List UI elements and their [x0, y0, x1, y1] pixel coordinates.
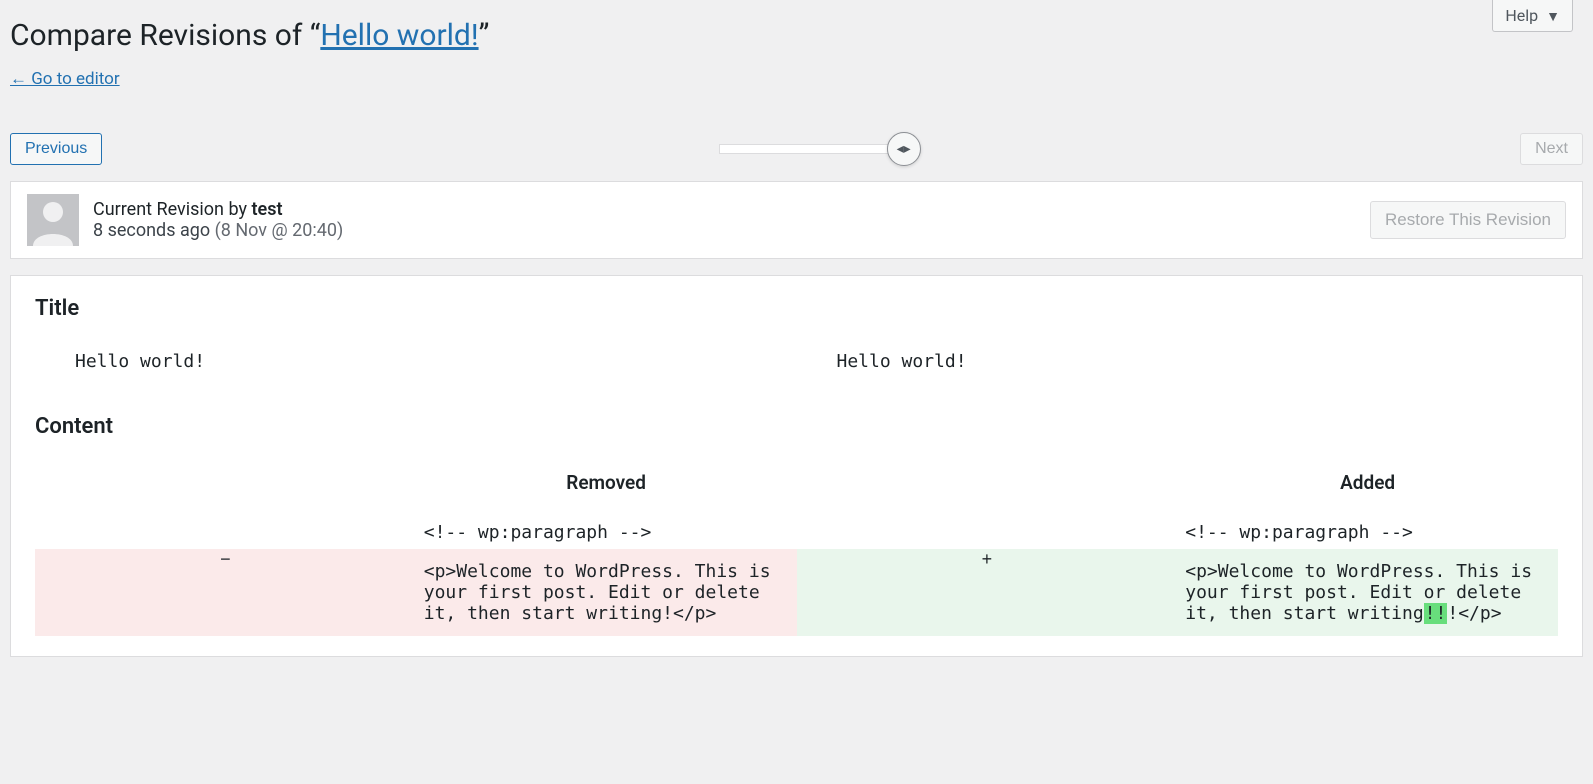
- removed-content: <p>Welcome to WordPress. This is your fi…: [416, 549, 797, 636]
- next-button: Next: [1520, 133, 1583, 165]
- slider-handle-icon: ◂▸: [897, 141, 911, 157]
- revision-time-ago: 8 seconds ago: [93, 220, 210, 241]
- revision-meta-card: Current Revision by test 8 seconds ago (…: [10, 181, 1583, 259]
- context-right: <!-- wp:paragraph -->: [1177, 516, 1558, 549]
- diff-content-heading: Content: [35, 414, 1558, 439]
- diff-card: Title Hello world! Hello world! Content …: [10, 275, 1583, 657]
- revision-slider[interactable]: ◂▸: [102, 144, 1520, 154]
- slider-handle[interactable]: ◂▸: [887, 132, 921, 166]
- current-revision-label: Current Revision by: [93, 199, 251, 220]
- title-left: Hello world!: [67, 345, 797, 378]
- removed-marker: −: [35, 549, 416, 636]
- post-title-link[interactable]: Hello world!: [320, 18, 478, 53]
- diff-title-table: Hello world! Hello world!: [35, 345, 1558, 414]
- avatar-placeholder-icon: [27, 194, 79, 246]
- added-header: Added: [1177, 463, 1558, 516]
- revision-meta-info: Current Revision by test 8 seconds ago (…: [93, 199, 343, 241]
- revision-date-detail: (8 Nov @ 20:40): [215, 220, 344, 241]
- slider-track[interactable]: ◂▸: [719, 144, 904, 154]
- diff-content-table: Removed Added <!-- wp:paragraph --> <!--…: [35, 463, 1558, 636]
- added-highlight: !!: [1424, 603, 1448, 624]
- help-tab[interactable]: Help ▼: [1492, 0, 1573, 32]
- avatar: [27, 194, 79, 246]
- revision-author: test: [251, 199, 282, 220]
- restore-revision-button: Restore This Revision: [1370, 201, 1566, 239]
- title-suffix: ”: [479, 18, 490, 53]
- title-prefix: Compare Revisions of “: [10, 18, 320, 53]
- context-left: <!-- wp:paragraph -->: [416, 516, 797, 549]
- removed-header: Removed: [416, 463, 797, 516]
- help-label: Help: [1505, 6, 1538, 25]
- added-content: <p>Welcome to WordPress. This is your fi…: [1177, 549, 1558, 636]
- go-to-editor-link[interactable]: ← Go to editor: [10, 69, 120, 89]
- dropdown-triangle-icon: ▼: [1546, 9, 1560, 25]
- added-marker: +: [797, 549, 1178, 636]
- title-right: Hello world!: [829, 345, 1559, 378]
- diff-title-heading: Title: [35, 296, 1558, 321]
- previous-button[interactable]: Previous: [10, 133, 102, 165]
- page-title: Compare Revisions of “Hello world!”: [10, 18, 1583, 53]
